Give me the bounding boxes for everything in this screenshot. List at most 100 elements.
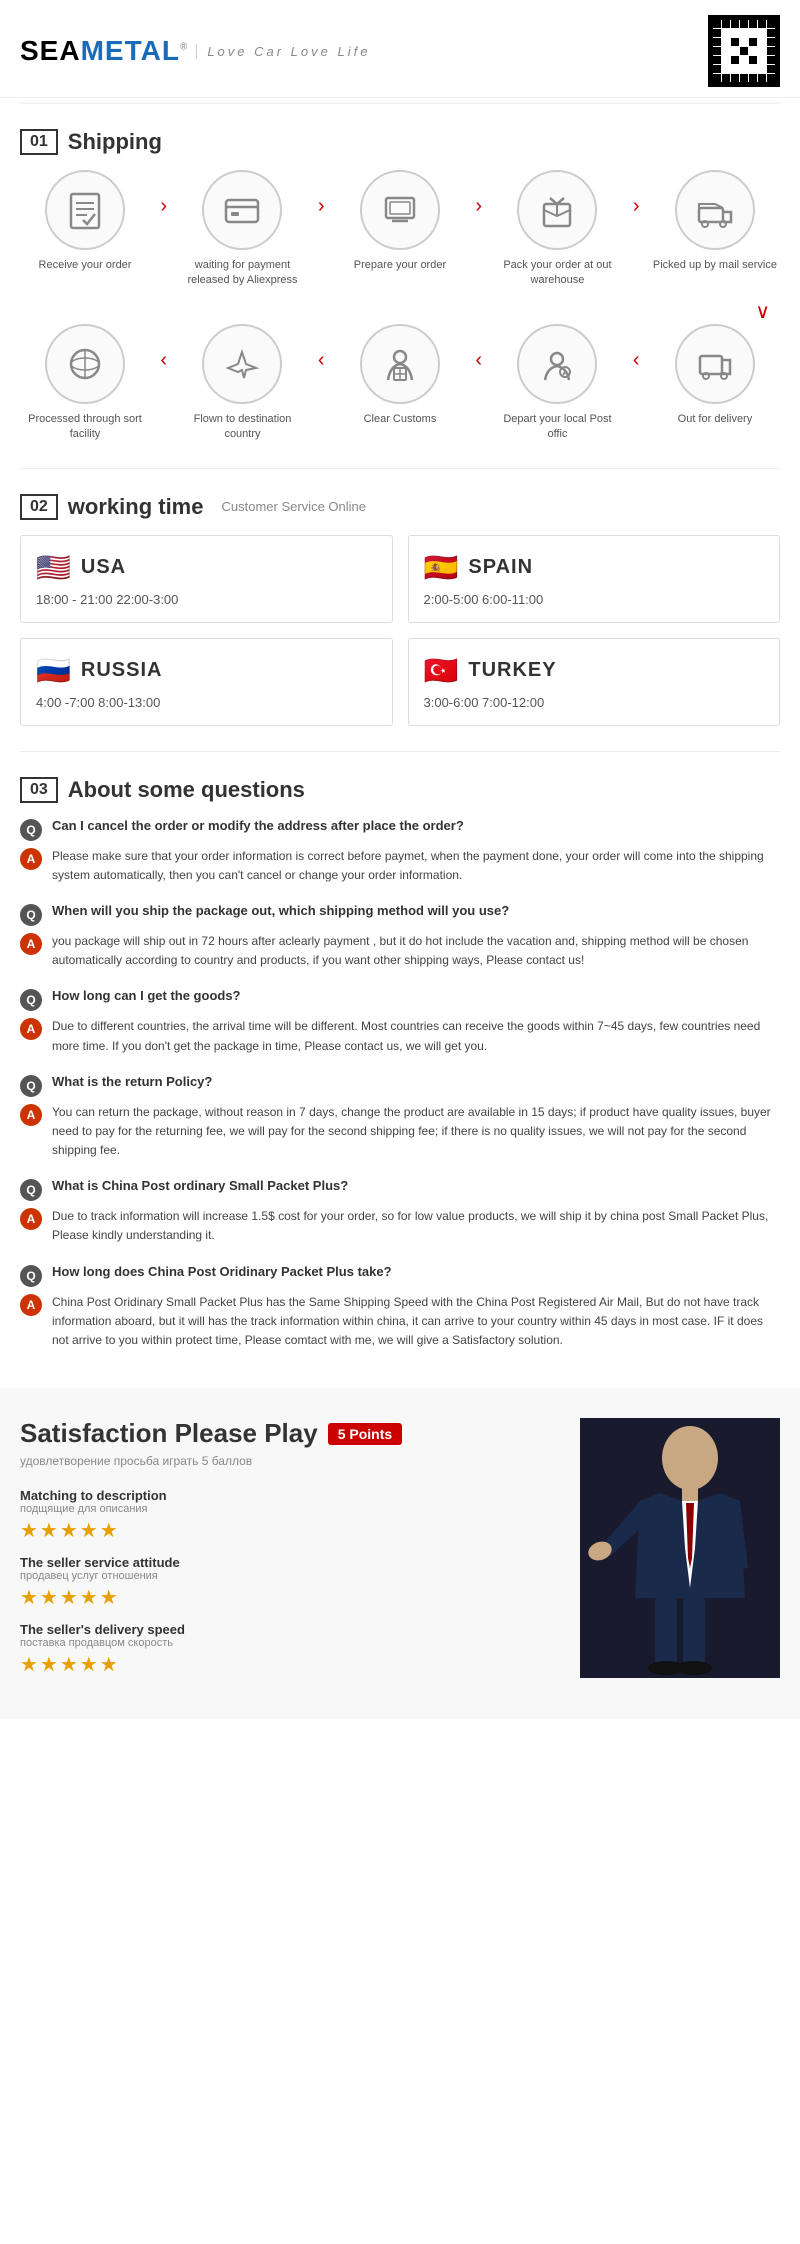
step-customs: Clear Customs	[335, 324, 465, 427]
faq-a-text-6: China Post Oridinary Small Packet Plus h…	[52, 1293, 780, 1351]
logo: SEAMETAL®	[20, 35, 188, 67]
faq-q-text-3: How long can I get the goods?	[52, 988, 241, 1003]
usa-name-row: 🇺🇸 USA	[36, 551, 377, 584]
step-out-delivery-icon	[675, 324, 755, 404]
step-customs-label: Clear Customs	[364, 412, 437, 427]
faq-a-text-2: you package will ship out in 72 hours af…	[52, 932, 780, 970]
faq-item-3: Q How long can I get the goods? A Due to…	[20, 988, 780, 1055]
faq-q-4: Q What is the return Policy?	[20, 1074, 780, 1097]
russia-name: RUSSIA	[81, 659, 163, 682]
faq-a-badge-6: A	[20, 1294, 42, 1316]
arrow-r2-1: ‹	[633, 349, 640, 372]
country-spain: 🇪🇸 SPAIN 2:00-5:00 6:00-11:00	[408, 535, 781, 623]
faq-q-badge-5: Q	[20, 1179, 42, 1201]
faq-item-5: Q What is China Post ordinary Small Pack…	[20, 1178, 780, 1245]
rating-service: The seller service attitude продавец усл…	[20, 1555, 560, 1610]
faq-q-text-6: How long does China Post Oridinary Packe…	[52, 1264, 392, 1279]
rating-delivery-sublabel: поставка продавцом скорость	[20, 1637, 560, 1649]
section-divider-1	[20, 468, 780, 469]
usa-name: USA	[81, 556, 126, 579]
tagline: Love Car Love Life	[196, 44, 370, 59]
arrow-r2-3: ‹	[318, 349, 325, 372]
russia-flag: 🇷🇺	[36, 654, 71, 687]
shipping-steps: Receive your order › waiting for payment…	[0, 170, 800, 463]
qr-code	[708, 15, 780, 87]
usa-flag: 🇺🇸	[36, 551, 71, 584]
faq-section-header: 03 About some questions	[0, 757, 800, 818]
step-depart: Depart your local Post offic	[492, 324, 622, 443]
faq-a-text-4: You can return the package, without reas…	[52, 1103, 780, 1161]
step-out-delivery-label: Out for delivery	[678, 412, 753, 427]
faq-q-text-2: When will you ship the package out, whic…	[52, 903, 509, 918]
rating-desc-stars: ★★★★★	[20, 1518, 560, 1543]
section-divider-2	[20, 751, 780, 752]
turkey-times: 3:00-6:00 7:00-12:00	[424, 695, 765, 710]
step-flown: Flown to destination country	[177, 324, 307, 443]
step-receive: Receive your order	[20, 170, 150, 273]
working-section-header: 02 working time Customer Service Online	[0, 474, 800, 535]
faq-q-badge-3: Q	[20, 989, 42, 1011]
faq-a-text-3: Due to different countries, the arrival …	[52, 1017, 780, 1055]
logo-sea: SEA	[20, 35, 81, 66]
step-receive-label: Receive your order	[39, 258, 132, 273]
step-out-delivery: Out for delivery	[650, 324, 780, 427]
satisfaction-title: Satisfaction Please Play 5 Points	[20, 1418, 560, 1449]
usa-times: 18:00 - 21:00 22:00-3:00	[36, 592, 377, 607]
satisfaction-person	[560, 1418, 780, 1678]
rating-description: Matching to description подщящие для опи…	[20, 1488, 560, 1543]
step-customs-icon	[360, 324, 440, 404]
rating-delivery-label: The seller's delivery speed	[20, 1622, 560, 1637]
faq-a-1: A Please make sure that your order infor…	[20, 847, 780, 885]
shipping-section-title: Shipping	[68, 129, 162, 155]
satisfaction-section: Satisfaction Please Play 5 Points удовле…	[0, 1388, 800, 1719]
russia-name-row: 🇷🇺 RUSSIA	[36, 654, 377, 687]
step-pickup-label: Picked up by mail service	[653, 258, 777, 273]
logo-metal: METAL	[81, 35, 180, 66]
faq-item-4: Q What is the return Policy? A You can r…	[20, 1074, 780, 1161]
faq-q-2: Q When will you ship the package out, wh…	[20, 903, 780, 926]
faq-section-num: 03	[20, 777, 58, 803]
step-payment-icon	[202, 170, 282, 250]
step-sort: Processed through sort facility	[20, 324, 150, 443]
faq-q-badge-4: Q	[20, 1075, 42, 1097]
faq-a-badge-4: A	[20, 1104, 42, 1126]
faq-item-6: Q How long does China Post Oridinary Pac…	[20, 1264, 780, 1351]
step-prepare-icon	[360, 170, 440, 250]
rating-service-sublabel: продавец услуг отношения	[20, 1570, 560, 1582]
rating-desc-sublabel: подщящие для описания	[20, 1503, 560, 1515]
faq-a-4: A You can return the package, without re…	[20, 1103, 780, 1161]
rating-desc-label: Matching to description	[20, 1488, 560, 1503]
step-sort-icon	[45, 324, 125, 404]
faq-a-badge-1: A	[20, 848, 42, 870]
turkey-flag: 🇹🇷	[424, 654, 459, 687]
faq-q-5: Q What is China Post ordinary Small Pack…	[20, 1178, 780, 1201]
faq-item-1: Q Can I cancel the order or modify the a…	[20, 818, 780, 885]
faq-a-6: A China Post Oridinary Small Packet Plus…	[20, 1293, 780, 1351]
working-content: 🇺🇸 USA 18:00 - 21:00 22:00-3:00 🇪🇸 SPAIN…	[0, 535, 800, 746]
step-sort-label: Processed through sort facility	[20, 412, 150, 443]
arrow-3: ›	[475, 195, 482, 218]
step-prepare-label: Prepare your order	[354, 258, 446, 273]
arrow-1: ›	[160, 195, 167, 218]
faq-q-6: Q How long does China Post Oridinary Pac…	[20, 1264, 780, 1287]
step-pack: Pack your order at out warehouse	[492, 170, 622, 289]
rating-delivery-stars: ★★★★★	[20, 1652, 560, 1677]
step-prepare: Prepare your order	[335, 170, 465, 273]
step-payment-label: waiting for payment released by Aliexpre…	[177, 258, 307, 289]
step-depart-icon	[517, 324, 597, 404]
step-flown-icon	[202, 324, 282, 404]
arrow-down: ∨	[20, 299, 780, 324]
spain-name-row: 🇪🇸 SPAIN	[424, 551, 765, 584]
step-depart-label: Depart your local Post offic	[492, 412, 622, 443]
satisfaction-subtitle: удовлетворение просьба играть 5 баллов	[20, 1454, 560, 1468]
country-grid: 🇺🇸 USA 18:00 - 21:00 22:00-3:00 🇪🇸 SPAIN…	[20, 535, 780, 726]
step-pickup-icon	[675, 170, 755, 250]
faq-a-text-1: Please make sure that your order informa…	[52, 847, 780, 885]
rating-service-stars: ★★★★★	[20, 1585, 560, 1610]
arrow-r2-2: ‹	[475, 349, 482, 372]
russia-times: 4:00 -7:00 8:00-13:00	[36, 695, 377, 710]
shipping-section-num: 01	[20, 129, 58, 155]
faq-a-badge-5: A	[20, 1208, 42, 1230]
working-section-title: working time	[68, 494, 204, 520]
faq-q-3: Q How long can I get the goods?	[20, 988, 780, 1011]
